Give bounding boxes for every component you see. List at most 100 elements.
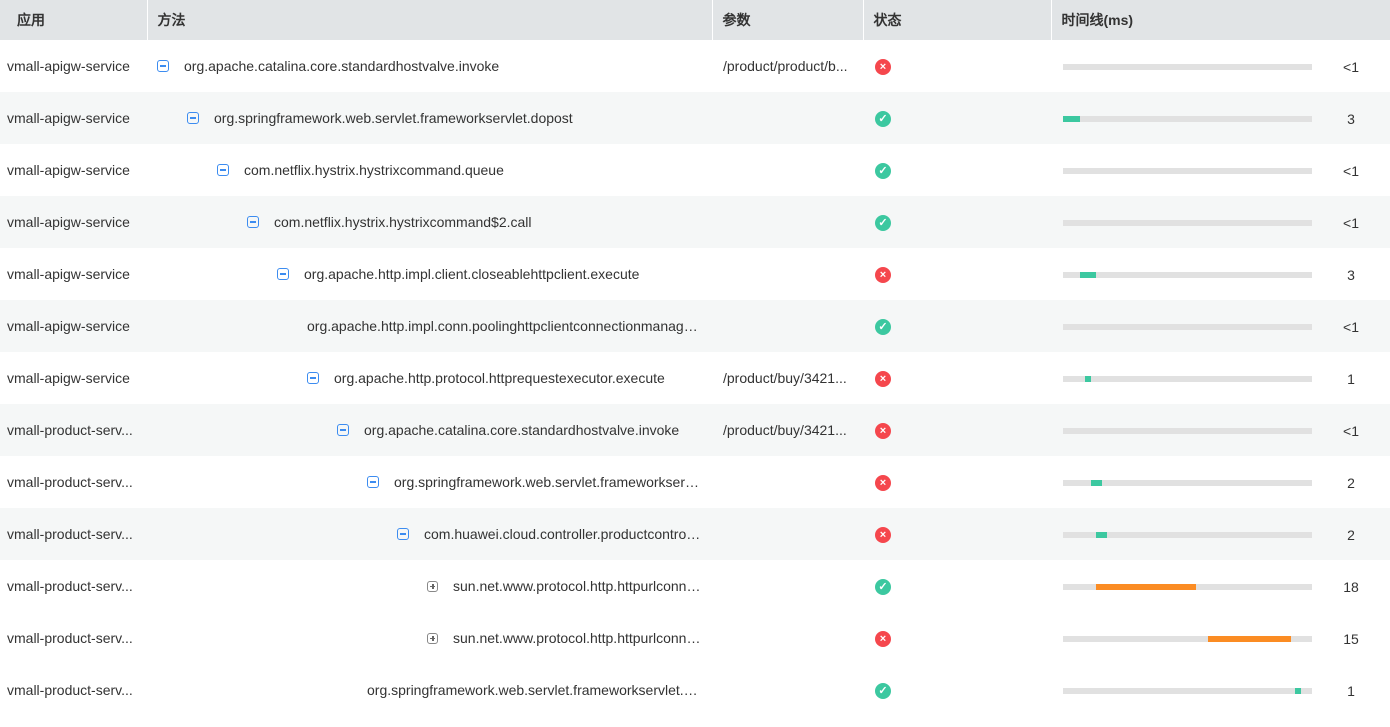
duration-bar — [1079, 271, 1097, 278]
app-cell: vmall-product-serv... — [0, 404, 147, 456]
status-cell: ✓ — [863, 144, 1051, 196]
collapse-icon[interactable] — [397, 528, 409, 540]
status-cell: × — [863, 404, 1051, 456]
duration-bar — [1090, 479, 1102, 486]
timeline-track — [1063, 115, 1312, 122]
method-name[interactable]: com.netflix.hystrix.hystrixcommand.queue — [244, 162, 504, 178]
table-header: 应用 方法 参数 状态 时间线(ms) — [0, 0, 1390, 40]
status-cell: ✓ — [863, 196, 1051, 248]
timeline-cell: <1 — [1051, 196, 1390, 248]
collapse-icon[interactable] — [337, 424, 349, 436]
app-cell: vmall-apigw-service — [7, 162, 130, 178]
method-name[interactable]: org.apache.catalina.core.standardhostval… — [184, 58, 499, 74]
app-cell: vmall-apigw-service — [0, 92, 147, 144]
method-name[interactable]: org.apache.http.impl.client.closeablehtt… — [304, 266, 639, 282]
duration-bar — [1096, 583, 1196, 590]
duration-value: <1 — [1343, 318, 1359, 335]
table-row[interactable]: vmall-product-serv... org.springframewor… — [0, 456, 1390, 508]
duration-value: <1 — [1343, 422, 1359, 439]
header-timeline[interactable]: 时间线(ms) — [1050, 0, 1390, 40]
app-cell: vmall-product-serv... — [7, 578, 133, 594]
status-cell: ✓ — [863, 300, 1051, 352]
method-name[interactable]: org.apache.http.impl.conn.poolinghttpcli… — [307, 318, 702, 334]
header-app[interactable]: 应用 — [0, 0, 147, 40]
method-name[interactable]: sun.net.www.protocol.http.httpurlconnect… — [453, 630, 702, 646]
app-cell: vmall-apigw-service — [7, 266, 130, 282]
collapse-icon[interactable] — [247, 216, 259, 228]
table-row[interactable]: vmall-apigw-service org.apache.http.prot… — [0, 352, 1390, 404]
duration-value: <1 — [1343, 214, 1359, 231]
table-row[interactable]: vmall-apigw-service org.springframework.… — [0, 92, 1390, 144]
table-row[interactable]: vmall-product-serv... org.apache.catalin… — [0, 404, 1390, 456]
table-row[interactable]: vmall-apigw-service org.apache.http.impl… — [0, 300, 1390, 352]
params-cell: /product/buy/3421... — [712, 404, 863, 456]
expand-icon[interactable] — [427, 580, 438, 592]
collapse-icon[interactable] — [307, 372, 319, 384]
table-row[interactable]: vmall-product-serv... sun.net.www.protoc… — [0, 612, 1390, 664]
collapse-icon[interactable] — [187, 112, 199, 124]
status-cell: × — [863, 612, 1051, 664]
timeline-track — [1063, 271, 1312, 278]
params-cell — [712, 612, 863, 664]
params-cell — [712, 560, 863, 612]
timeline-cell: <1 — [1051, 404, 1390, 456]
collapse-icon[interactable] — [277, 268, 289, 280]
table-row[interactable]: vmall-apigw-service org.apache.catalina.… — [0, 40, 1390, 92]
method-name[interactable]: com.netflix.hystrix.hystrixcommand$2.cal… — [274, 214, 532, 230]
timeline-cell: 15 — [1051, 612, 1390, 664]
method-cell: com.huawei.cloud.controller.productcontr… — [147, 508, 712, 560]
app-cell: vmall-product-serv... — [7, 474, 133, 490]
header-status[interactable]: 状态 — [862, 0, 1051, 40]
timeline-cell: 2 — [1051, 456, 1390, 508]
duration-value: 3 — [1347, 110, 1355, 127]
timeline-cell: <1 — [1051, 40, 1390, 92]
timeline-cell: 2 — [1051, 508, 1390, 560]
method-name[interactable]: sun.net.www.protocol.http.httpurlconnect… — [453, 578, 702, 594]
duration-value: 1 — [1347, 370, 1355, 387]
timeline-cell: <1 — [1051, 144, 1390, 196]
timeline-cell: 18 — [1051, 560, 1390, 612]
duration-value: <1 — [1343, 162, 1359, 179]
table-row[interactable]: vmall-product-serv... org.springframewor… — [0, 664, 1390, 716]
error-icon: × — [875, 630, 891, 647]
timeline-track — [1063, 583, 1312, 590]
method-cell: org.springframework.web.servlet.framewor… — [147, 456, 712, 508]
status-cell: ✓ — [863, 92, 1051, 144]
params-cell — [712, 508, 863, 560]
duration-value: 1 — [1347, 682, 1355, 699]
header-params[interactable]: 参数 — [711, 0, 863, 40]
table-row[interactable]: vmall-apigw-service com.netflix.hystrix.… — [0, 144, 1390, 196]
params-cell — [712, 664, 863, 716]
method-name[interactable]: org.springframework.web.servlet.framewor… — [367, 682, 702, 698]
duration-bar — [1295, 687, 1301, 694]
collapse-icon[interactable] — [157, 60, 169, 72]
duration-value: <1 — [1343, 58, 1359, 75]
table-row[interactable]: vmall-apigw-service com.netflix.hystrix.… — [0, 196, 1390, 248]
collapse-icon[interactable] — [367, 476, 379, 488]
duration-bar — [1063, 115, 1080, 122]
expand-icon[interactable] — [427, 632, 438, 644]
method-name[interactable]: org.springframework.web.servlet.framewor… — [394, 474, 702, 490]
method-name[interactable]: org.apache.http.protocol.httprequestexec… — [334, 370, 665, 386]
header-method[interactable]: 方法 — [146, 0, 712, 40]
method-cell: sun.net.www.protocol.http.httpurlconnect… — [147, 560, 712, 612]
error-icon: × — [875, 474, 891, 491]
method-cell: org.apache.catalina.core.standardhostval… — [147, 404, 712, 456]
collapse-icon[interactable] — [217, 164, 229, 176]
table-row[interactable]: vmall-product-serv... sun.net.www.protoc… — [0, 560, 1390, 612]
method-name[interactable]: com.huawei.cloud.controller.productcontr… — [424, 526, 702, 542]
method-cell: org.apache.http.impl.client.closeablehtt… — [147, 248, 712, 300]
duration-value: 18 — [1343, 578, 1359, 595]
timeline-track — [1063, 167, 1312, 174]
app-cell: vmall-apigw-service — [0, 196, 147, 248]
method-name[interactable]: org.apache.catalina.core.standardhostval… — [364, 422, 679, 438]
status-cell: × — [863, 352, 1051, 404]
app-cell: vmall-apigw-service — [7, 58, 130, 74]
timeline-track — [1063, 635, 1312, 642]
error-icon: × — [875, 370, 891, 387]
method-name[interactable]: org.springframework.web.servlet.framewor… — [214, 110, 573, 126]
duration-value: 2 — [1347, 474, 1355, 491]
params-cell — [712, 300, 863, 352]
table-row[interactable]: vmall-product-serv... com.huawei.cloud.c… — [0, 508, 1390, 560]
table-row[interactable]: vmall-apigw-service org.apache.http.impl… — [0, 248, 1390, 300]
